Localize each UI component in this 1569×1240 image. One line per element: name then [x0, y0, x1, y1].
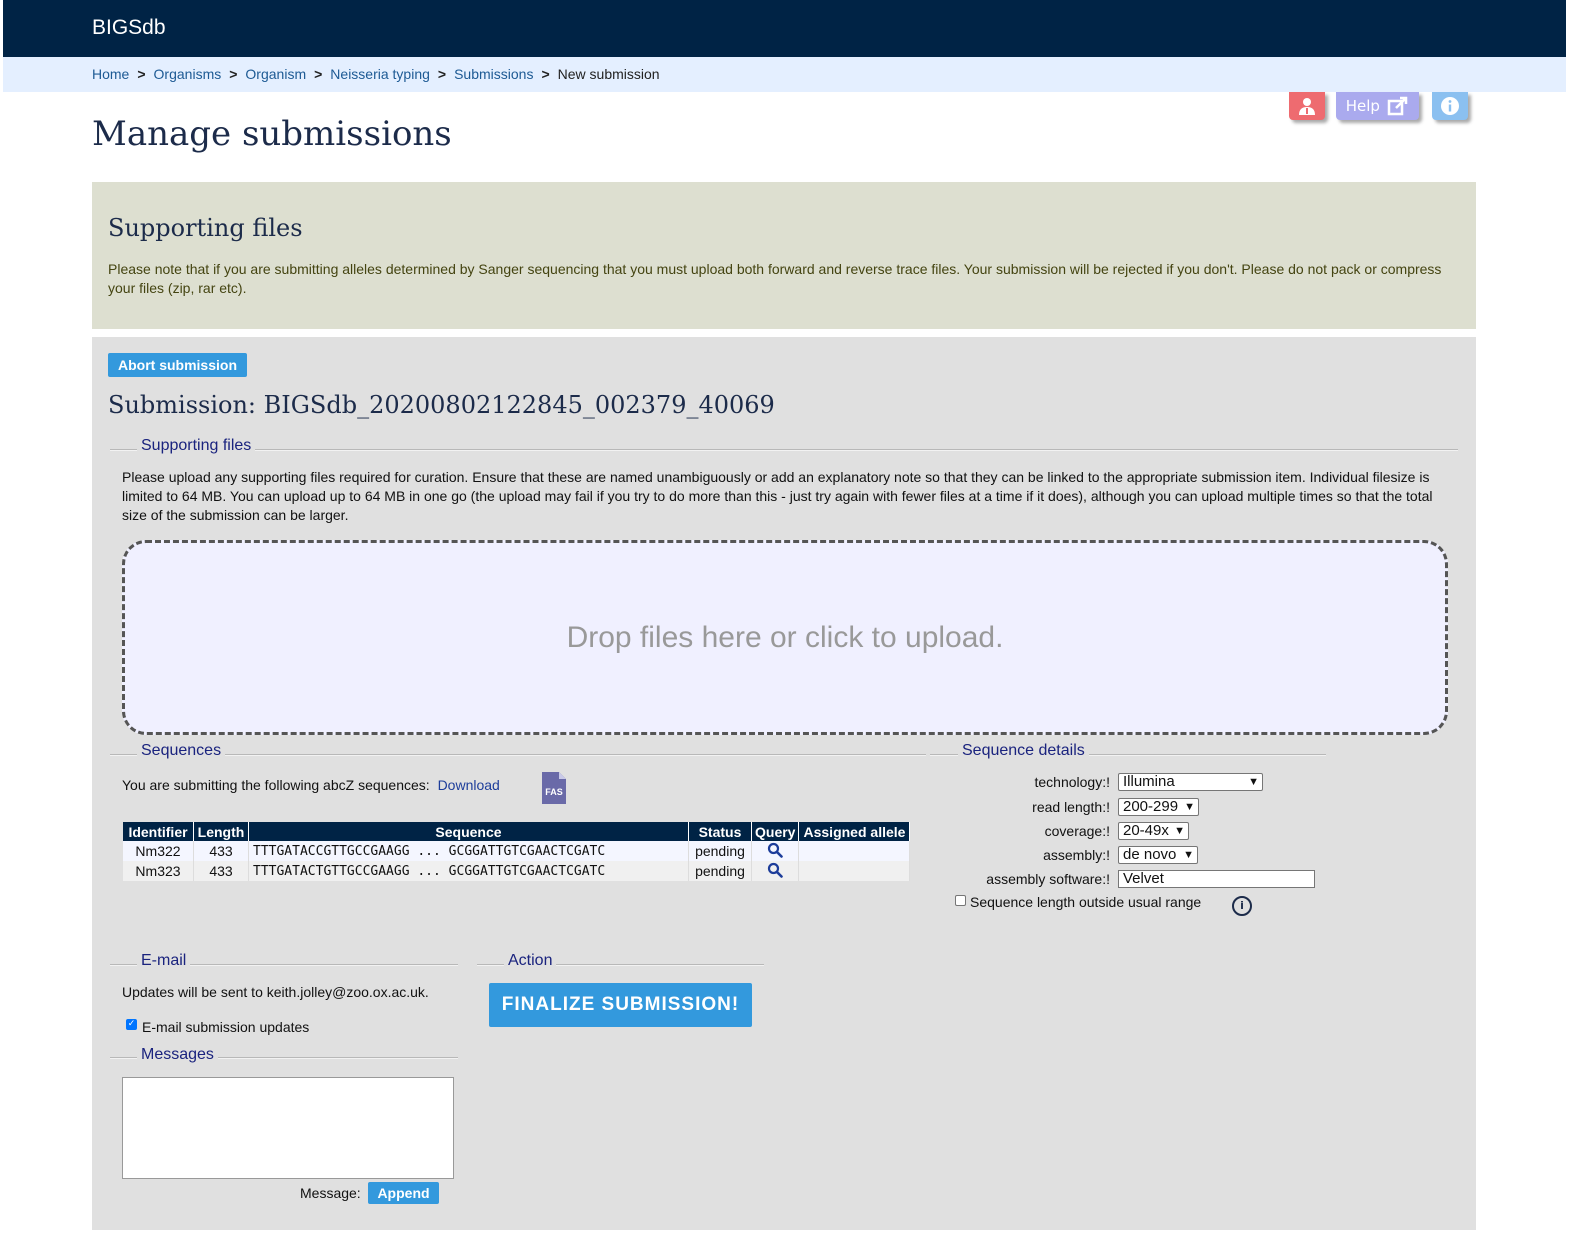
supporting-files-legend: Supporting files — [137, 437, 256, 455]
outside-range-checkbox[interactable] — [955, 895, 966, 906]
table-row: Nm322 433 TTTGATACCGTTGCCGAAGG ... GCGGA… — [123, 841, 911, 861]
breadcrumb: Home > Organisms > Organism > Neisseria typing… — [92, 66, 660, 82]
breadcrumb-organisms[interactable]: Organisms — [154, 66, 222, 82]
breadcrumb-current: New submission — [557, 66, 660, 82]
help-button[interactable]: Help — [1336, 92, 1419, 120]
read-length-label: read length:! — [1032, 799, 1110, 815]
technology-label: technology:! — [1034, 774, 1111, 790]
supporting-files-notice: Supporting files Please note that if you… — [92, 182, 1476, 329]
account-button[interactable] — [1289, 92, 1325, 120]
column-header: Length — [193, 822, 249, 841]
breadcrumb-bar: Home > Organisms > Organism > Neisseria typing… — [3, 57, 1566, 92]
column-header: Assigned allele — [798, 822, 911, 841]
query-cell[interactable] — [751, 841, 800, 861]
submission-title: Submission: BIGSdb_20200802122845_002379… — [108, 391, 775, 419]
assembly-software-value: Velvet — [1123, 870, 1164, 887]
breadcrumb-neisseria-typing[interactable]: Neisseria typing — [330, 66, 430, 82]
notice-heading: Supporting files — [108, 214, 303, 242]
breadcrumb-organism[interactable]: Organism — [245, 66, 306, 82]
length-cell: 433 — [193, 861, 249, 881]
search-icon[interactable] — [767, 842, 784, 858]
assembly-select[interactable]: de novo ▼ — [1118, 846, 1198, 864]
table-row: Nm323 433 TTTGATACTGTTGCCGAAGG ... GCGGA… — [123, 861, 911, 881]
assembly-label: assembly:! — [1043, 847, 1110, 863]
email-updates-label: E-mail submission updates — [142, 1019, 310, 1035]
brand-logo[interactable]: BIGSdb — [92, 16, 166, 40]
chevron-down-icon: ▼ — [1184, 801, 1195, 813]
assembly-software-label: assembly software:! — [986, 871, 1110, 887]
sequences-intro: You are submitting the following abcZ se… — [122, 777, 500, 793]
status-cell: pending — [688, 841, 752, 861]
supporting-files-text: Please upload any supporting files requi… — [122, 469, 1433, 523]
info-icon[interactable]: i — [1232, 896, 1252, 916]
column-header: Sequence — [248, 822, 689, 841]
assigned-allele-cell — [798, 841, 911, 861]
coverage-label: coverage:! — [1044, 823, 1110, 839]
identifier-cell: Nm322 — [123, 841, 194, 861]
coverage-select[interactable]: 20-49x ▼ — [1118, 822, 1189, 840]
outside-range-label: Sequence length outside usual range — [970, 894, 1202, 910]
read-length-value: 200-299 — [1123, 798, 1179, 815]
assembly-value: de novo — [1123, 846, 1177, 863]
search-icon[interactable] — [767, 862, 784, 878]
sequences-legend: Sequences — [137, 742, 226, 760]
coverage-value: 20-49x — [1123, 822, 1169, 839]
messages-legend: Messages — [137, 1046, 218, 1064]
read-length-select[interactable]: 200-299 ▼ — [1118, 798, 1199, 816]
chevron-down-icon: ▼ — [1248, 776, 1259, 788]
user-icon — [1299, 98, 1315, 115]
notice-text: Please note that if you are submitting a… — [108, 261, 1442, 296]
abort-submission-button[interactable]: Abort submission — [108, 353, 247, 377]
submission-panel: Abort submission Submission: BIGSdb_2020… — [92, 337, 1476, 1230]
help-label: Help — [1345, 97, 1380, 115]
message-textarea[interactable] — [122, 1077, 454, 1179]
fasta-icon-label: FAS — [545, 787, 563, 797]
query-cell[interactable] — [751, 861, 800, 881]
breadcrumb-home[interactable]: Home — [92, 66, 129, 82]
email-legend: E-mail — [137, 952, 191, 970]
download-link[interactable]: Download — [438, 777, 500, 793]
column-header: Status — [688, 822, 752, 841]
table-header-row: Identifier Length Sequence Status Query … — [123, 822, 911, 841]
dropzone-text: Drop files here or click to upload. — [566, 620, 1004, 654]
length-cell: 433 — [193, 841, 249, 861]
external-link-icon — [1388, 96, 1408, 116]
sequence-cell: TTTGATACCGTTGCCGAAGG ... GCGGATTGTCGAACT… — [248, 841, 689, 861]
info-icon — [1441, 97, 1459, 115]
technology-select[interactable]: Illumina ▼ — [1118, 773, 1263, 791]
chevron-down-icon: ▼ — [1183, 849, 1194, 861]
sequence-cell: TTTGATACTGTTGCCGAAGG ... GCGGATTGTCGAACT… — [248, 861, 689, 881]
finalize-submission-button[interactable]: FINALIZE SUBMISSION! — [489, 983, 752, 1027]
sequences-table: Identifier Length Sequence Status Query … — [123, 822, 911, 881]
fieldset-border — [110, 754, 926, 756]
header-bar: BIGSdb — [3, 0, 1566, 57]
column-header: Identifier — [123, 822, 194, 841]
email-text: Updates will be sent to keith.jolley@zoo… — [122, 984, 429, 1000]
sequence-details-legend: Sequence details — [958, 742, 1089, 760]
assembly-software-input[interactable]: Velvet — [1118, 870, 1315, 888]
assigned-allele-cell — [798, 861, 911, 881]
email-updates-checkbox[interactable]: ✓ — [126, 1019, 137, 1030]
message-label: Message: — [300, 1185, 361, 1201]
status-cell: pending — [688, 861, 752, 881]
fasta-file-icon[interactable]: FAS — [542, 772, 566, 804]
identifier-cell: Nm323 — [123, 861, 194, 881]
page-title: Manage submissions — [92, 114, 452, 154]
action-legend: Action — [504, 952, 557, 970]
column-header: Query — [751, 822, 800, 841]
file-dropzone[interactable]: Drop files here or click to upload. — [122, 540, 1448, 735]
technology-value: Illumina — [1123, 773, 1175, 790]
fieldset-border — [110, 449, 1458, 451]
breadcrumb-submissions[interactable]: Submissions — [454, 66, 533, 82]
append-button[interactable]: Append — [368, 1182, 439, 1204]
sequences-intro-text: You are submitting the following abcZ se… — [122, 777, 430, 793]
chevron-down-icon: ▼ — [1174, 825, 1185, 837]
info-button[interactable] — [1432, 92, 1468, 120]
